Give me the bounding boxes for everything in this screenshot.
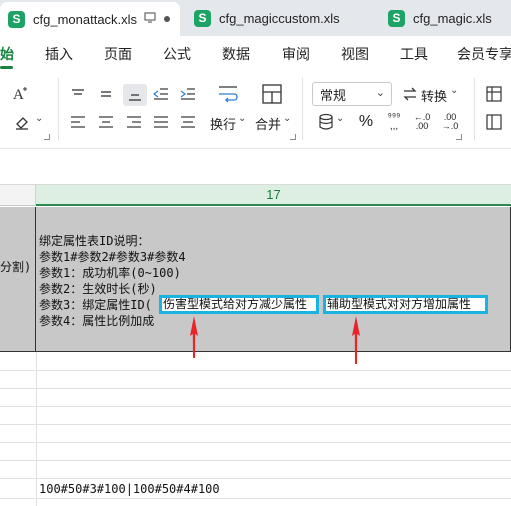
- cell-line: 参数3：绑定属性ID(: [39, 298, 152, 312]
- svg-text:A: A: [13, 87, 24, 103]
- menu-view[interactable]: 视图: [341, 44, 369, 64]
- dialog-launcher-icon[interactable]: [290, 134, 296, 140]
- cell-line: 参数1：成功机率(0~100): [39, 266, 181, 280]
- tab-label: cfg_magiccustom.xls: [219, 10, 340, 26]
- spreadsheet-logo-icon: S: [388, 9, 405, 27]
- clear-format-icon[interactable]: [12, 112, 32, 132]
- ribbon-separator: [302, 78, 303, 140]
- merge-cells-icon[interactable]: [260, 82, 284, 106]
- column-header-prev[interactable]: [0, 185, 36, 206]
- red-arrow-icon: [190, 316, 198, 358]
- spreadsheet-logo-icon: S: [194, 9, 211, 27]
- wrap-text-icon[interactable]: [216, 82, 240, 106]
- increase-indent-icon[interactable]: [178, 84, 198, 104]
- ribbon-separator: [58, 78, 59, 140]
- convert-icon[interactable]: [400, 84, 420, 104]
- tab-label: cfg_magic.xls: [413, 10, 492, 26]
- align-top-icon[interactable]: [68, 84, 88, 104]
- ribbon-separator: [474, 78, 475, 140]
- menu-review[interactable]: 审阅: [282, 44, 310, 64]
- menu-start[interactable]: 始: [0, 44, 14, 64]
- tab-cfg-monattack[interactable]: S cfg_monattack.xls: [0, 2, 180, 36]
- grid-row-line: [0, 498, 511, 499]
- dialog-launcher-icon[interactable]: [44, 134, 50, 140]
- cell-line: 参数1#参数2#参数3#参数4: [39, 250, 186, 264]
- cell-line: 参数4：属性比例加成: [39, 314, 155, 328]
- tab-label: cfg_monattack.xls: [33, 11, 138, 27]
- decrease-decimal-icon[interactable]: ←.0.00: [412, 112, 432, 132]
- table-style-icon[interactable]: [484, 112, 504, 132]
- tab-cfg-magiccustom[interactable]: S cfg_magiccustom.xls: [186, 2, 374, 34]
- chevron-down-icon[interactable]: ⌄: [35, 113, 43, 124]
- chevron-down-icon[interactable]: ⌄: [450, 85, 458, 96]
- cell-selected-description[interactable]: 绑定属性表ID说明： 参数1#参数2#参数3#参数4 参数1：成功机率(0~10…: [36, 207, 511, 352]
- cell-line: 绑定属性表ID说明：: [39, 234, 150, 248]
- merge-cells-button[interactable]: 合并: [255, 114, 281, 133]
- decrease-indent-icon[interactable]: [151, 84, 171, 104]
- chevron-down-icon[interactable]: ⌄: [283, 113, 291, 124]
- increase-decimal-icon[interactable]: .00 →.0: [440, 112, 460, 132]
- ribbon-toolbar: A ⌄ 换行 ⌄ 合并 ⌄ 常规 ⌄ ⌄ % ⁹⁹⁹ ,,, ←.0 .00 .…: [0, 72, 511, 148]
- tab-cfg-magic[interactable]: S cfg_magic.xls: [380, 2, 511, 34]
- chevron-down-icon[interactable]: ⌄: [336, 113, 344, 124]
- document-tab-bar: S cfg_monattack.xls S cfg_magiccustom.xl…: [0, 0, 511, 36]
- grid-column-line: [36, 352, 37, 506]
- cell-left-column[interactable]: 分割): [0, 207, 36, 352]
- grid-row-line: [0, 370, 511, 371]
- menu-formula[interactable]: 公式: [163, 44, 191, 64]
- dialog-launcher-icon[interactable]: [456, 134, 462, 140]
- grid-row-line: [0, 460, 511, 461]
- chevron-down-icon: ⌄: [375, 87, 385, 99]
- currency-icon[interactable]: [316, 112, 336, 132]
- convert-button[interactable]: 转换: [421, 86, 447, 105]
- number-format-select[interactable]: 常规 ⌄: [312, 82, 392, 106]
- window-icon[interactable]: [144, 12, 156, 26]
- ribbon-menu: 始 插入 页面 公式 数据 审阅 视图 工具 会员专享: [0, 36, 511, 70]
- align-left-icon[interactable]: [68, 112, 88, 132]
- menu-tools[interactable]: 工具: [400, 44, 428, 64]
- highlight-damage-mode: 伤害型模式给对方减少属性: [159, 295, 319, 314]
- align-right-icon[interactable]: [124, 112, 144, 132]
- formula-bar-area: [0, 148, 511, 184]
- number-format-value: 常规: [320, 87, 347, 103]
- menu-insert[interactable]: 插入: [45, 44, 73, 64]
- column-header-row: 17: [0, 184, 511, 206]
- grid-row-line: [0, 424, 511, 425]
- grid-row-line: [0, 406, 511, 407]
- align-middle-icon[interactable]: [96, 84, 116, 104]
- grid-row-line: [0, 388, 511, 389]
- chevron-down-icon[interactable]: ⌄: [238, 113, 246, 124]
- column-header-17[interactable]: 17: [36, 185, 511, 206]
- align-bottom-icon[interactable]: [123, 84, 147, 106]
- percent-icon[interactable]: %: [356, 112, 376, 132]
- wrap-text-button[interactable]: 换行: [210, 114, 236, 133]
- distributed-align-icon[interactable]: [178, 112, 198, 132]
- red-arrow-icon: [352, 316, 360, 364]
- spreadsheet-logo-icon: S: [8, 10, 25, 28]
- conditional-format-icon[interactable]: [484, 84, 504, 104]
- cell-value-text[interactable]: 100#50#3#100|100#50#4#100: [39, 482, 220, 496]
- active-menu-indicator: [0, 66, 13, 69]
- menu-data[interactable]: 数据: [222, 44, 250, 64]
- font-color-icon[interactable]: A: [10, 84, 30, 104]
- menu-page[interactable]: 页面: [104, 44, 132, 64]
- grid-row-line: [0, 442, 511, 443]
- cell-line: 参数2：生效时长(秒): [39, 282, 157, 296]
- grid-row-line: [0, 478, 511, 479]
- menu-member[interactable]: 会员专享: [457, 44, 511, 64]
- cell-left-text: 分割): [0, 260, 32, 274]
- highlight-assist-mode: 辅助型模式对对方增加属性: [323, 295, 488, 314]
- unsaved-dot-icon[interactable]: [164, 16, 171, 22]
- thousands-separator-icon[interactable]: ⁹⁹⁹,,,: [384, 112, 404, 132]
- justify-icon[interactable]: [151, 112, 171, 132]
- align-center-icon[interactable]: [96, 112, 116, 132]
